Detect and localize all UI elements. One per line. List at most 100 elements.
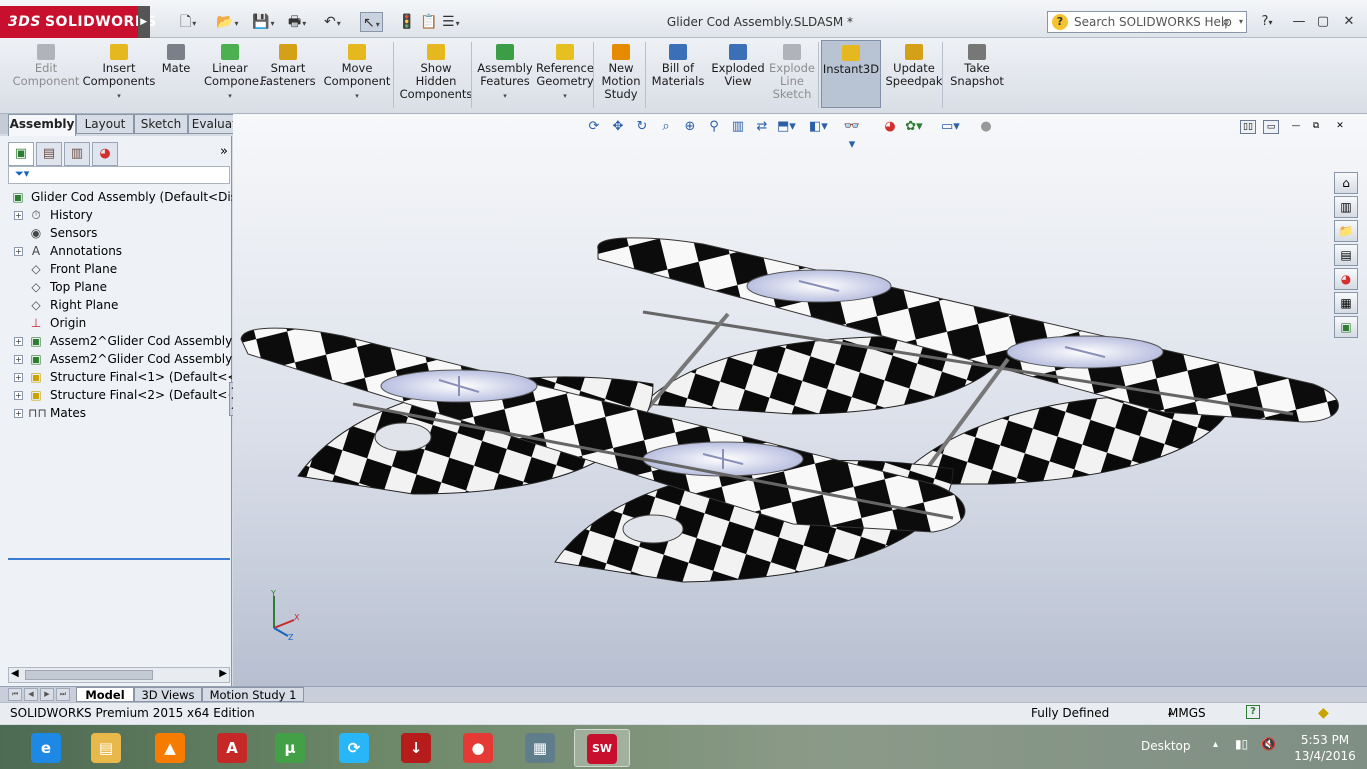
taskbar-app[interactable]: ⟳: [326, 729, 382, 767]
view-settings-icon[interactable]: ▭▾: [941, 118, 960, 136]
rotate-icon[interactable]: ↻: [633, 118, 651, 136]
tab-assembly[interactable]: Assembly: [8, 114, 76, 136]
explode-line-sketch-button[interactable]: Explode Line Sketch: [766, 44, 818, 101]
bottom-tab-motion-study-1[interactable]: Motion Study 1: [202, 687, 304, 702]
print-icon[interactable]: 🖶▾: [288, 12, 306, 32]
display-manager-tab-icon[interactable]: ◕: [92, 142, 118, 166]
instant3d-button[interactable]: Instant3D: [821, 40, 881, 108]
graphics-area[interactable]: [233, 114, 1367, 686]
dynamic-annotation-icon[interactable]: ▥: [729, 118, 747, 136]
new-motion-study-button[interactable]: New Motion Study: [596, 44, 646, 101]
tree-item[interactable]: + ▣ Assem2^Glider Cod Assembly<2>: [6, 332, 232, 350]
dropdown-arrow-icon[interactable]: ▾: [534, 90, 596, 103]
show-hidden-components-button[interactable]: Show Hidden Components: [396, 44, 476, 101]
solidworks-forum-icon[interactable]: ▣: [1334, 316, 1358, 338]
clock-time[interactable]: 5:53 PM: [1295, 733, 1355, 747]
taskbar-app[interactable]: ▤: [78, 729, 134, 767]
tree-item[interactable]: + ▣ Assem2^Glider Cod Assembly<4>: [6, 350, 232, 368]
solidworks-menu-button[interactable]: 3DS SOLIDWORKS ▶: [0, 6, 156, 38]
tree-item[interactable]: + ▣ Structure Final<1> (Default<<Def: [6, 368, 232, 386]
viewport-tile-icon[interactable]: ▯▯: [1240, 120, 1256, 134]
first-tab-icon[interactable]: ⏮: [8, 688, 22, 701]
bill-of-materials-button[interactable]: Bill of Materials: [650, 44, 706, 88]
move-component-button[interactable]: Move Component ▾: [322, 44, 392, 103]
tree-item[interactable]: ◇ Top Plane: [6, 278, 232, 296]
tree-item[interactable]: + ⏱ History: [6, 206, 232, 224]
solidworks-resources-icon[interactable]: ⌂: [1334, 172, 1358, 194]
reference-geometry-button[interactable]: Reference Geometry ▾: [534, 44, 596, 103]
help-button[interactable]: ?▾: [1256, 12, 1278, 32]
tree-item[interactable]: ◇ Front Plane: [6, 260, 232, 278]
appearances-icon[interactable]: ◕: [1334, 268, 1358, 290]
property-manager-tab-icon[interactable]: ▤: [36, 142, 62, 166]
expand-icon[interactable]: +: [14, 373, 23, 382]
bottom-tab-model[interactable]: Model: [76, 687, 134, 702]
tab-layout[interactable]: Layout: [76, 114, 134, 134]
pan-icon[interactable]: ✥: [609, 118, 627, 136]
glider-model-render[interactable]: [233, 114, 1367, 686]
tree-item[interactable]: + ⊓⊓ Mates: [6, 404, 232, 422]
select-cursor-icon[interactable]: ↖▾: [360, 12, 383, 32]
filter-icon[interactable]: ⏷▾: [15, 167, 29, 181]
taskbar-app[interactable]: ↓: [388, 729, 444, 767]
apply-scene-icon[interactable]: ✿▾: [905, 118, 923, 136]
dropdown-arrow-icon[interactable]: ▾: [204, 90, 256, 103]
tree-item[interactable]: ◉ Sensors: [6, 224, 232, 242]
view-palette-icon[interactable]: ▤: [1334, 244, 1358, 266]
dropdown-arrow-icon[interactable]: ▾: [322, 90, 392, 103]
zoom-to-area-icon[interactable]: ⊕: [681, 118, 699, 136]
expand-icon[interactable]: +: [14, 337, 23, 346]
linear-compone-button[interactable]: Linear Compone... ▾: [204, 44, 270, 103]
assembly-features-button[interactable]: Assembly Features ▾: [476, 44, 534, 103]
file-explorer-pane-icon[interactable]: 📁: [1334, 220, 1358, 242]
file-properties-icon[interactable]: 📋: [420, 12, 437, 32]
tree-item[interactable]: + A Annotations: [6, 242, 232, 260]
tag-icon[interactable]: ◆: [1318, 703, 1329, 723]
rebuild-icon[interactable]: 🚦: [398, 12, 415, 32]
tree-horizontal-scrollbar[interactable]: ◀ ▶: [8, 667, 230, 683]
rollback-bar[interactable]: [8, 558, 230, 560]
mate-button[interactable]: Mate: [158, 44, 194, 75]
previous-icon[interactable]: ⇄: [753, 118, 771, 136]
tree-root-assembly[interactable]: ▣ Glider Cod Assembly (Default<Displa: [6, 188, 232, 206]
bottom-tab-3d-views[interactable]: 3D Views: [134, 687, 202, 702]
taskbar-app[interactable]: e: [18, 729, 74, 767]
prev-tab-icon[interactable]: ◀: [24, 688, 38, 701]
maximize-button[interactable]: ▢: [1312, 12, 1334, 32]
viewport-close-button[interactable]: ✕: [1332, 120, 1348, 134]
taskbar-app[interactable]: ▲: [142, 729, 198, 767]
search-dropdown-icon[interactable]: ▾: [1239, 12, 1243, 32]
volume-muted-icon[interactable]: 🔇: [1261, 737, 1276, 751]
viewport-minimize-button[interactable]: —: [1288, 120, 1304, 134]
new-document-icon[interactable]: 🗋▾: [180, 12, 196, 32]
tab-sketch[interactable]: Sketch: [134, 114, 188, 134]
take-snapshot-button[interactable]: Take Snapshot: [946, 44, 1008, 88]
last-tab-icon[interactable]: ⏭: [56, 688, 70, 701]
expand-icon[interactable]: +: [14, 409, 23, 418]
edit-appearance-icon[interactable]: ◕: [881, 118, 899, 136]
tree-filter[interactable]: ⏷▾: [8, 166, 230, 184]
exploded-view-button[interactable]: Exploded View: [708, 44, 768, 88]
tray-expand-icon[interactable]: ▴: [1213, 739, 1218, 750]
search-input[interactable]: ? Search SOLIDWORKS Help ⌕ ▾: [1047, 11, 1247, 33]
status-help-icon[interactable]: ?: [1246, 705, 1260, 719]
dropdown-arrow-icon[interactable]: ▾: [82, 90, 156, 103]
viewport-split-icon[interactable]: ▭: [1263, 120, 1279, 134]
close-button[interactable]: ✕: [1338, 12, 1360, 32]
clock-date[interactable]: 13/4/2016: [1287, 749, 1363, 763]
network-icon[interactable]: ▮▯: [1235, 737, 1248, 751]
scroll-right-icon[interactable]: ▶: [219, 668, 227, 679]
taskbar-app[interactable]: ●: [450, 729, 506, 767]
custom-properties-icon[interactable]: ▦: [1334, 292, 1358, 314]
taskbar-app[interactable]: SW: [574, 729, 630, 767]
tree-item[interactable]: + ▣ Structure Final<2> (Default<<Def: [6, 386, 232, 404]
panel-expand-icon[interactable]: »: [220, 144, 228, 159]
expand-icon[interactable]: +: [14, 355, 23, 364]
open-document-icon[interactable]: 📂▾: [216, 12, 238, 32]
scroll-thumb[interactable]: [25, 670, 153, 680]
viewport-restore-button[interactable]: ⧉: [1308, 120, 1324, 134]
update-speedpak-button[interactable]: Update Speedpak: [884, 44, 944, 88]
tree-item[interactable]: ⊥ Origin: [6, 314, 232, 332]
display-style-icon[interactable]: ◧▾: [809, 118, 828, 136]
configuration-manager-tab-icon[interactable]: ▥: [64, 142, 90, 166]
